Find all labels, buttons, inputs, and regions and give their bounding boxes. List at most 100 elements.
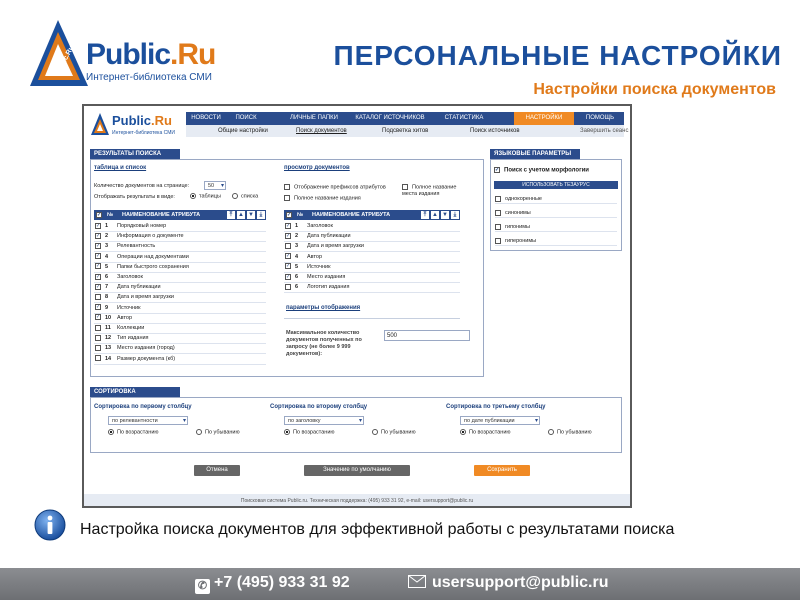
view-attr-checkbox[interactable]: ✓ — [285, 222, 291, 229]
logout-link[interactable]: Завершить сеанс — [580, 125, 628, 137]
results-attr-row[interactable]: ✓ 10 Автор — [95, 313, 265, 323]
defaults-button[interactable]: Значение по умолчанию — [304, 465, 410, 476]
thesaurus-checkbox[interactable] — [495, 209, 501, 216]
subnav-doc-search[interactable]: Поиск документов — [296, 125, 347, 137]
view-attr-checkbox[interactable] — [285, 283, 291, 290]
nav-catalog[interactable]: КАТАЛОГ ИСТОЧНИКОВ — [346, 112, 434, 125]
attr-checkbox[interactable] — [95, 355, 101, 362]
results-attr-row[interactable]: ✓ 4 Операции над документами — [95, 252, 265, 262]
sort-asc-radio[interactable]: По возрастанию — [108, 429, 159, 435]
attr-checkbox[interactable]: ✓ — [95, 222, 101, 229]
results-attr-row[interactable]: 11 Коллекции — [95, 323, 265, 333]
move-down-icon[interactable]: ▼ — [247, 211, 255, 219]
max-docs-input[interactable]: 500 — [384, 330, 470, 341]
nav-news[interactable]: НОВОСТИ — [186, 112, 226, 125]
view-move-up-icon[interactable]: ▲ — [431, 211, 439, 219]
results-attr-row[interactable]: 13 Место издания (город) — [95, 343, 265, 353]
view-attr-number: 5 — [295, 263, 299, 270]
nav-settings[interactable]: НАСТРОЙКИ — [514, 112, 574, 125]
view-attr-row[interactable]: ✓ 5 Источник — [285, 262, 459, 272]
nav-help[interactable]: ПОМОЩЬ — [576, 112, 624, 125]
view-move-down-icon[interactable]: ▼ — [441, 211, 449, 219]
attr-checkbox[interactable]: ✓ — [95, 242, 101, 249]
view-attr-name: Источник — [307, 263, 331, 270]
select-all-checkbox[interactable]: ✓ — [96, 212, 102, 218]
view-attr-row[interactable]: 6 Логотип издания — [285, 282, 459, 292]
sort-desc-radio[interactable]: По убыванию — [548, 429, 592, 435]
attr-checkbox[interactable]: ✓ — [95, 263, 101, 270]
sort-desc-radio[interactable]: По убыванию — [196, 429, 240, 435]
sort-select[interactable]: по заголовку — [284, 416, 364, 425]
attr-checkbox[interactable]: ✓ — [95, 283, 101, 290]
results-attr-row[interactable]: ✓ 6 Заголовок — [95, 272, 265, 282]
nav-search[interactable]: ПОИСК — [226, 112, 266, 125]
envelope-icon — [408, 575, 426, 588]
results-attr-row[interactable]: 8 Дата и время загрузки — [95, 292, 265, 302]
view-select-all-checkbox[interactable]: ✓ — [286, 212, 292, 218]
morphology-option[interactable]: ✓ Поиск с учетом морфологии — [494, 167, 589, 174]
thesaurus-item[interactable]: однокоренные — [495, 194, 617, 205]
attr-checkbox[interactable]: ✓ — [95, 304, 101, 311]
view-attr-checkbox[interactable]: ✓ — [285, 232, 291, 239]
attr-number: 12 — [105, 335, 112, 342]
thesaurus-checkbox[interactable] — [495, 195, 501, 202]
display-list-radio[interactable]: списка — [232, 193, 258, 199]
sort-asc-radio[interactable]: По возрастанию — [284, 429, 335, 435]
full-place-option[interactable]: Полное название места издания — [402, 184, 462, 198]
view-attr-checkbox[interactable] — [285, 242, 291, 249]
results-attr-row[interactable]: 12 Тип издания — [95, 333, 265, 343]
results-attr-row[interactable]: ✓ 1 Порядковый номер — [95, 221, 265, 231]
sort-select[interactable]: по дате публикации — [460, 416, 540, 425]
attr-checkbox[interactable] — [95, 324, 101, 331]
attr-checkbox[interactable] — [95, 344, 101, 351]
contact-bar — [0, 568, 800, 600]
subnav-general[interactable]: Общие настройки — [218, 125, 268, 137]
results-attr-row[interactable]: ✓ 5 Папки быстрого сохранения — [95, 262, 265, 272]
results-attr-row[interactable]: ✓ 7 Дата публикации — [95, 282, 265, 292]
attr-checkbox[interactable]: ✓ — [95, 253, 101, 260]
view-attr-row[interactable]: ✓ 2 Дата публикации — [285, 231, 459, 241]
nav-personal-folders[interactable]: ЛИЧНЫЕ ПАПКИ — [282, 112, 346, 125]
table-list-title: таблица и список — [94, 165, 147, 171]
attr-checkbox[interactable]: ✓ — [95, 232, 101, 239]
attr-checkbox[interactable] — [95, 293, 101, 300]
attr-checkbox[interactable]: ✓ — [95, 314, 101, 321]
thesaurus-item[interactable]: гиперонимы — [495, 236, 617, 247]
view-attr-row[interactable]: ✓ 6 Место издания — [285, 272, 459, 282]
view-attr-checkbox[interactable]: ✓ — [285, 263, 291, 270]
thesaurus-checkbox[interactable] — [495, 237, 501, 244]
attr-checkbox[interactable] — [95, 334, 101, 341]
email-contact[interactable]: usersupport@public.ru — [408, 574, 609, 592]
subnav-source-search[interactable]: Поиск источников — [470, 125, 520, 137]
view-attr-row[interactable]: 3 Дата и время загрузки — [285, 241, 459, 251]
attr-name: Операции над документами — [117, 253, 189, 260]
full-edition-option[interactable]: Полное название издания — [284, 195, 361, 201]
view-move-bottom-icon[interactable]: ⤓ — [451, 211, 459, 219]
attr-checkbox[interactable]: ✓ — [95, 273, 101, 280]
results-attr-row[interactable]: ✓ 2 Информация о документе — [95, 231, 265, 241]
subnav-highlight[interactable]: Подсветка хитов — [382, 125, 428, 137]
view-move-top-icon[interactable]: ⤒ — [421, 211, 429, 219]
results-attr-row[interactable]: 14 Размер документа (кб) — [95, 354, 265, 364]
sort-asc-radio[interactable]: По возрастанию — [460, 429, 511, 435]
thesaurus-item[interactable]: гипонимы — [495, 222, 617, 233]
display-table-radio[interactable]: таблицы — [190, 193, 221, 199]
save-button[interactable]: Сохранить — [474, 465, 530, 476]
cancel-button[interactable]: Отмена — [194, 465, 240, 476]
move-top-icon[interactable]: ⤒ — [227, 211, 235, 219]
thesaurus-checkbox[interactable] — [495, 223, 501, 230]
sort-desc-radio[interactable]: По убыванию — [372, 429, 416, 435]
view-attr-row[interactable]: ✓ 1 Заголовок — [285, 221, 459, 231]
view-attr-row[interactable]: ✓ 4 Автор — [285, 252, 459, 262]
prefix-option[interactable]: Отображение префиксов атрибутов — [284, 184, 386, 190]
nav-statistics[interactable]: СТАТИСТИКА — [436, 112, 492, 125]
view-attr-checkbox[interactable]: ✓ — [285, 273, 291, 280]
results-attr-row[interactable]: ✓ 9 Источник — [95, 303, 265, 313]
move-up-icon[interactable]: ▲ — [237, 211, 245, 219]
sort-select[interactable]: по релевантности — [108, 416, 188, 425]
move-bottom-icon[interactable]: ⤓ — [257, 211, 265, 219]
count-select[interactable]: 50 — [204, 181, 226, 190]
view-attr-checkbox[interactable]: ✓ — [285, 253, 291, 260]
thesaurus-item[interactable]: синонимы — [495, 208, 617, 219]
results-attr-row[interactable]: ✓ 3 Релевантность — [95, 241, 265, 251]
